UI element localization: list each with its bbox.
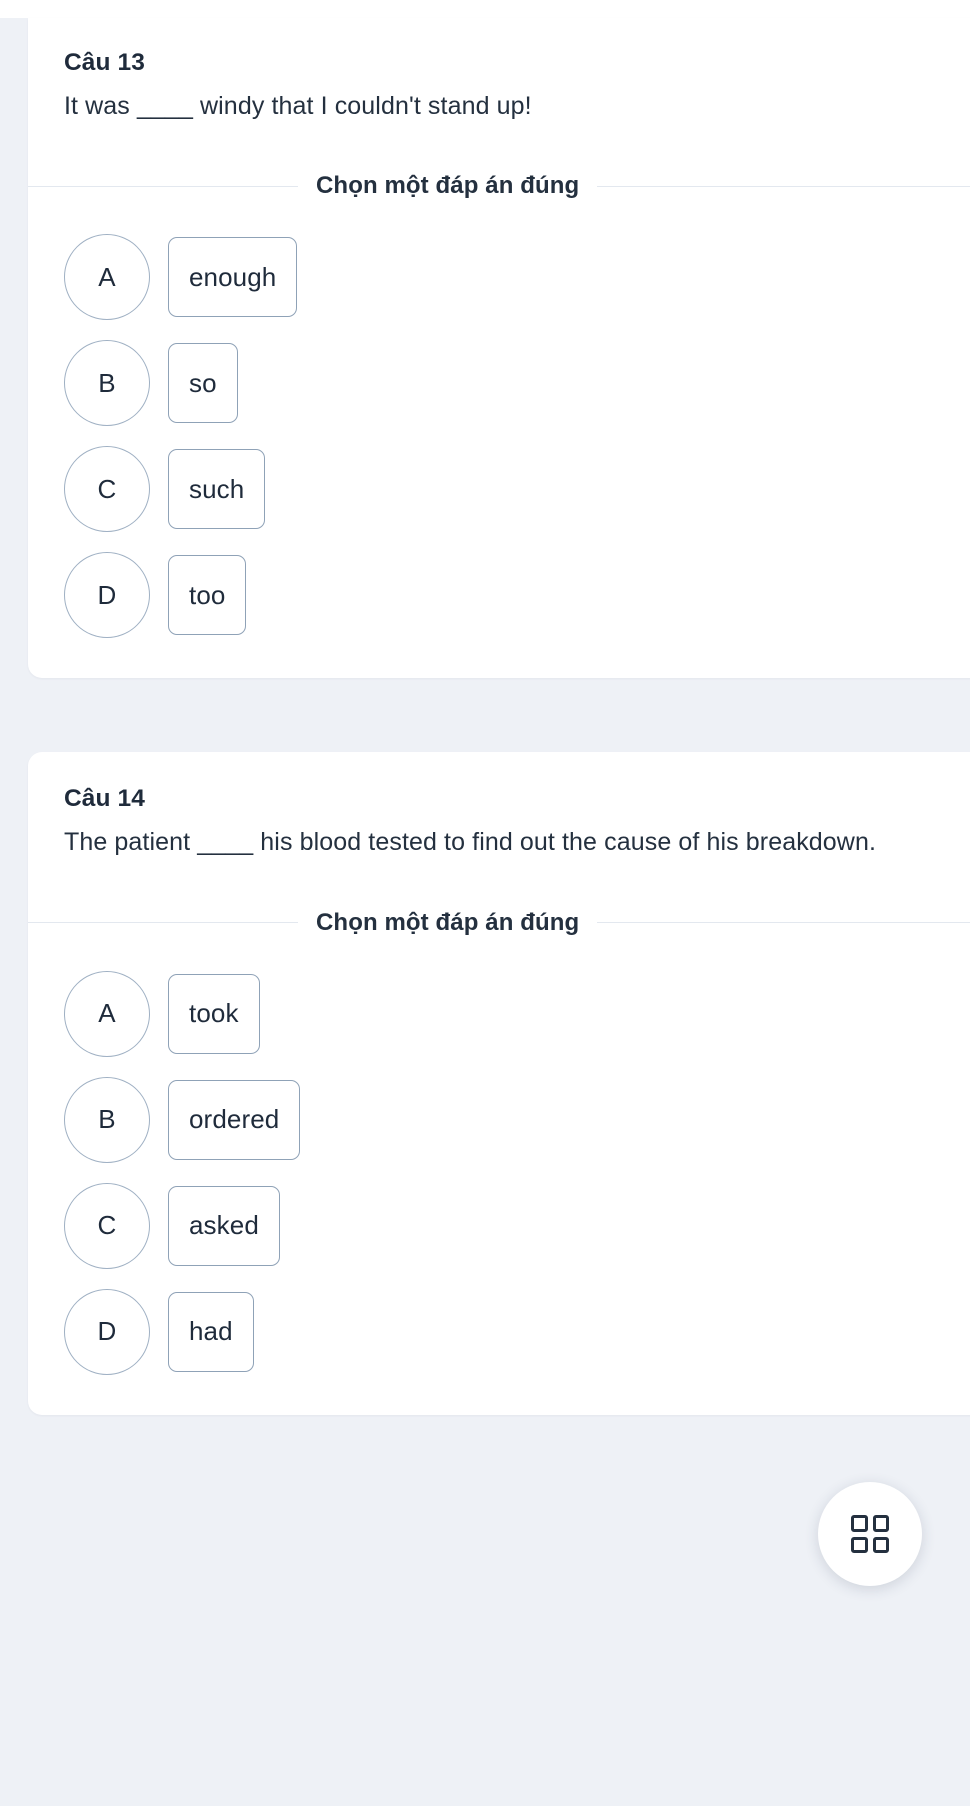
card-separator	[0, 678, 970, 752]
grid-cell	[872, 1536, 889, 1553]
question-card-14: Câu 14 The patient ____ his blood tested…	[28, 752, 970, 1415]
option-row-c[interactable]: C asked	[64, 1182, 970, 1269]
option-letter-a[interactable]: A	[64, 970, 150, 1057]
option-value-b[interactable]: so	[168, 343, 238, 424]
option-row-a[interactable]: A took	[64, 970, 970, 1057]
divider-line-right	[597, 922, 970, 924]
option-row-b[interactable]: B ordered	[64, 1076, 970, 1163]
question-prompt-13: It was ____ windy that I couldn't stand …	[64, 92, 532, 121]
option-value-a[interactable]: enough	[168, 237, 298, 318]
option-letter-c[interactable]: C	[64, 446, 150, 533]
question-number-13: Câu 13	[64, 49, 145, 76]
option-value-c[interactable]: such	[168, 449, 266, 530]
option-row-d[interactable]: D had	[64, 1288, 970, 1375]
question-number-14: Câu 14	[64, 785, 145, 813]
divider-line-right	[597, 185, 970, 187]
question-prompt-14: The patient ____ his blood tested to fin…	[64, 828, 877, 857]
option-row-c[interactable]: C such	[64, 446, 970, 533]
option-letter-d[interactable]: D	[64, 1288, 150, 1375]
option-letter-b[interactable]: B	[64, 340, 150, 427]
option-value-d[interactable]: too	[168, 555, 247, 636]
option-letter-c[interactable]: C	[64, 1182, 150, 1269]
question-list: Câu 13 It was ____ windy that I couldn't…	[0, 18, 970, 1535]
page-viewport: Câu 13 It was ____ windy that I couldn't…	[0, 0, 970, 1806]
option-value-d[interactable]: had	[168, 1291, 254, 1372]
instruction-divider-14: Chọn một đáp án đúng	[28, 909, 970, 937]
option-value-a[interactable]: took	[168, 973, 260, 1054]
divider-line-left	[28, 185, 298, 187]
option-letter-b[interactable]: B	[64, 1076, 150, 1163]
divider-line-left	[28, 922, 298, 924]
grid-cell	[872, 1515, 889, 1532]
instruction-divider-13: Chọn một đáp án đúng	[28, 172, 970, 200]
option-letter-d[interactable]: D	[64, 552, 150, 639]
grid-icon	[851, 1515, 889, 1553]
option-row-d[interactable]: D too	[64, 552, 970, 639]
options-list-14: A took B ordered C asked D had	[64, 970, 970, 1375]
question-card-13: Câu 13 It was ____ windy that I couldn't…	[28, 18, 970, 679]
option-value-b[interactable]: ordered	[168, 1079, 301, 1160]
grid-cell	[851, 1515, 868, 1532]
option-letter-a[interactable]: A	[64, 234, 150, 321]
instruction-label-14: Chọn một đáp án đúng	[316, 908, 580, 936]
instruction-label-13: Chọn một đáp án đúng	[316, 172, 580, 200]
option-row-b[interactable]: B so	[64, 340, 970, 427]
top-strip	[0, 0, 970, 18]
grid-cell	[851, 1536, 868, 1553]
option-value-c[interactable]: asked	[168, 1185, 280, 1266]
question-navigator-button[interactable]	[818, 1482, 922, 1586]
option-row-a[interactable]: A enough	[64, 234, 970, 321]
options-list-13: A enough B so C such D too	[64, 234, 970, 639]
